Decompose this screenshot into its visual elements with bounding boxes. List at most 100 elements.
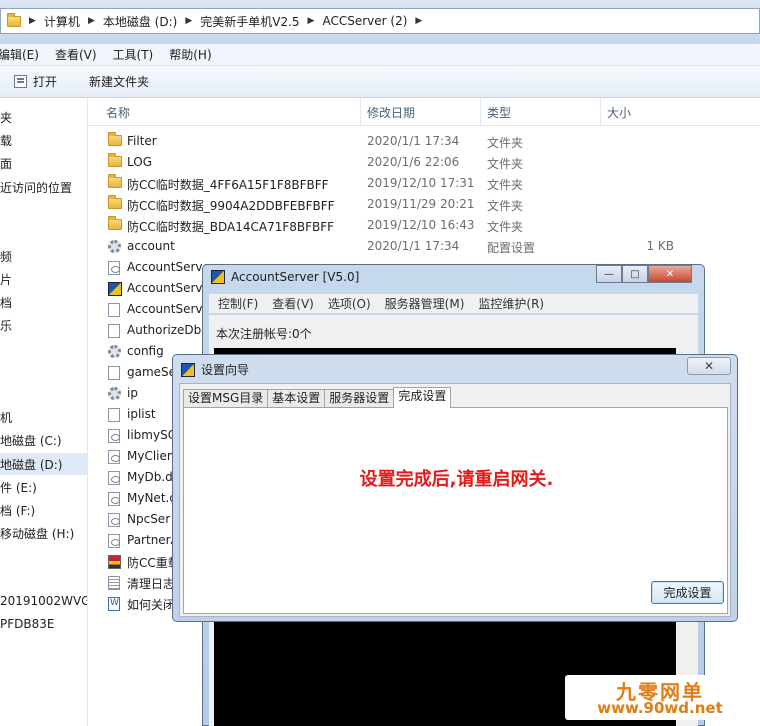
file-name: 防CC临时数据_BDA14CA71F8BFBFF <box>127 220 335 234</box>
setup-wizard-titlebar[interactable]: 设置向导 <box>181 361 249 378</box>
file-date: 2020/1/1 17:34 <box>367 239 460 253</box>
file-name: 防CC临时数据_9904A2DDBFEBFBFF <box>127 199 335 213</box>
menu-view[interactable]: 查看(V) <box>272 295 314 312</box>
account-server-menu: 控制(F) 查看(V) 选项(O) 服务器管理(M) 监控维护(R) <box>209 294 698 314</box>
address-box[interactable]: ▶ 计算机 ▶ 本地磁盘 (D:) ▶ 完美新手单机V2.5 ▶ ACCServ… <box>0 8 760 34</box>
file-icon <box>108 408 120 422</box>
tab-finish-settings[interactable]: 完成设置 <box>393 387 452 408</box>
file-name: 防CC临时数据_4FF6A15F1F8BFBFF <box>127 178 329 192</box>
nav-item-drive-d[interactable]: 地磁盘 (D:) <box>0 453 87 475</box>
navigation-pane: 夹 载 面 近访问的位置 频 片 档 乐 机 地磁盘 (C:) 地磁盘 (D:)… <box>0 98 88 726</box>
column-type[interactable]: 类型 <box>487 104 511 121</box>
new-folder-button[interactable]: 新建文件夹 <box>89 73 149 90</box>
chevron-right-icon[interactable]: ▶ <box>185 16 192 26</box>
chevron-right-icon[interactable]: ▶ <box>415 16 422 26</box>
menu-options[interactable]: 选项(O) <box>328 295 371 312</box>
tab-server-settings[interactable]: 服务器设置 <box>324 389 395 408</box>
finish-settings-button[interactable]: 完成设置 <box>651 581 724 604</box>
breadcrumb-game-folder[interactable]: 完美新手单机V2.5 <box>200 13 299 30</box>
txt-icon <box>108 576 120 590</box>
close-icon[interactable]: ✕ <box>687 357 731 375</box>
file-name: MyClien <box>127 449 175 463</box>
file-type: 文件夹 <box>487 136 524 150</box>
nav-item-drive-e[interactable]: 件 (E:) <box>0 479 37 496</box>
menu-control[interactable]: 控制(F) <box>218 295 258 312</box>
app-icon <box>108 282 122 296</box>
chevron-right-icon[interactable]: ▶ <box>29 16 36 26</box>
file-row[interactable]: 防CC临时数据_4FF6A15F1F8BFBFF 2019/12/10 17:31… <box>102 173 702 194</box>
file-row[interactable]: LOG 2020/1/6 22:06 文件夹 <box>102 152 702 173</box>
setup-wizard-content: 设置MSG目录 基本设置 服务器设置 完成设置 设置完成后,请重启网关. 完成设… <box>179 383 731 617</box>
column-divider[interactable] <box>600 98 601 126</box>
column-divider[interactable] <box>480 98 481 126</box>
column-date[interactable]: 修改日期 <box>367 104 415 121</box>
open-label: 打开 <box>33 75 58 89</box>
menu-view[interactable]: 查看(V) <box>55 46 97 63</box>
tab-msg-directory[interactable]: 设置MSG目录 <box>183 389 269 408</box>
file-type: 文件夹 <box>487 220 524 234</box>
nav-item-videos[interactable]: 频 <box>0 248 12 265</box>
registered-count-label: 本次注册帐号:0个 <box>216 327 312 341</box>
file-name: NpcSer <box>127 512 171 526</box>
nav-item-pictures[interactable]: 片 <box>0 271 12 288</box>
folder-icon <box>108 132 122 146</box>
nav-item-network-pc[interactable]: 20191002WVG <box>0 594 87 608</box>
menu-help[interactable]: 帮助(H) <box>169 46 211 63</box>
menu-monitoring[interactable]: 监控维护(R) <box>478 295 544 312</box>
nav-item-downloads[interactable]: 载 <box>0 132 12 149</box>
breadcrumb-computer[interactable]: 计算机 <box>44 13 80 30</box>
file-date: 2019/12/10 16:43 <box>367 218 475 232</box>
dll-icon <box>108 492 120 506</box>
dll-icon <box>108 261 120 275</box>
open-icon <box>14 75 27 88</box>
config-icon <box>108 240 121 253</box>
chevron-right-icon[interactable]: ▶ <box>308 16 315 26</box>
nav-item-drive-c[interactable]: 地磁盘 (C:) <box>0 432 62 449</box>
file-row[interactable]: 防CC临时数据_BDA14CA71F8BFBFF 2019/12/10 16:43… <box>102 215 702 236</box>
menu-edit[interactable]: 编辑(E) <box>0 46 39 63</box>
file-name: 清理日志 <box>127 577 176 591</box>
menu-server-management[interactable]: 服务器管理(M) <box>385 295 465 312</box>
minimize-icon[interactable]: — <box>596 265 622 283</box>
folder-icon <box>108 153 122 167</box>
file-row[interactable]: 防CC临时数据_9904A2DDBFEBFBFF 2019/11/29 20:21… <box>102 194 702 215</box>
file-icon <box>108 366 120 380</box>
column-size[interactable]: 大小 <box>607 104 631 121</box>
file-row[interactable]: Filter 2020/1/1 17:34 文件夹 <box>102 131 702 152</box>
account-server-titlebar[interactable]: AccountServer [V5.0] <box>211 270 359 284</box>
nav-item-favorites[interactable]: 夹 <box>0 109 12 126</box>
tab-basic-settings[interactable]: 基本设置 <box>267 389 326 408</box>
breadcrumb-drive-d[interactable]: 本地磁盘 (D:) <box>103 13 177 30</box>
config-icon <box>108 387 121 400</box>
file-name: ip <box>127 386 138 400</box>
config-icon <box>108 345 121 358</box>
nav-item-music[interactable]: 乐 <box>0 317 12 334</box>
menu-bar: 编辑(E) 查看(V) 工具(T) 帮助(H) <box>0 44 760 66</box>
maximize-icon[interactable]: □ <box>622 265 648 283</box>
open-button[interactable]: 打开 <box>14 73 57 90</box>
column-name[interactable]: 名称 <box>106 104 130 121</box>
nav-item-drive-h[interactable]: 移动磁盘 (H:) <box>0 525 74 542</box>
nav-item-computer[interactable]: 机 <box>0 409 12 426</box>
nav-item-recent[interactable]: 近访问的位置 <box>0 179 72 196</box>
dll-icon <box>108 534 120 548</box>
file-icon <box>108 324 120 338</box>
account-server-title: AccountServer [V5.0] <box>231 270 360 284</box>
file-size: 1 KB <box>646 239 674 253</box>
menu-tools[interactable]: 工具(T) <box>113 46 154 63</box>
nav-item-network-pc-2[interactable]: PFDB83E <box>0 617 54 631</box>
column-divider[interactable] <box>360 98 361 126</box>
nav-item-drive-f[interactable]: 档 (F:) <box>0 502 35 519</box>
breadcrumb-accserver[interactable]: ACCServer (2) <box>322 14 407 28</box>
close-icon[interactable]: ✕ <box>648 265 692 283</box>
chevron-right-icon[interactable]: ▶ <box>88 16 95 26</box>
file-row[interactable]: account 2020/1/1 17:34 配置设置 1 KB <box>102 236 702 257</box>
new-folder-label: 新建文件夹 <box>89 75 150 89</box>
folder-icon <box>108 195 122 209</box>
setup-wizard-app-icon <box>181 362 195 377</box>
nav-item-documents[interactable]: 档 <box>0 294 12 311</box>
setup-wizard-tabs: 设置MSG目录 基本设置 服务器设置 完成设置 <box>183 387 452 408</box>
file-type: 文件夹 <box>487 199 524 213</box>
nav-item-drive-d-label: 地磁盘 (D:) <box>0 458 63 472</box>
nav-item-desktop[interactable]: 面 <box>0 155 12 172</box>
